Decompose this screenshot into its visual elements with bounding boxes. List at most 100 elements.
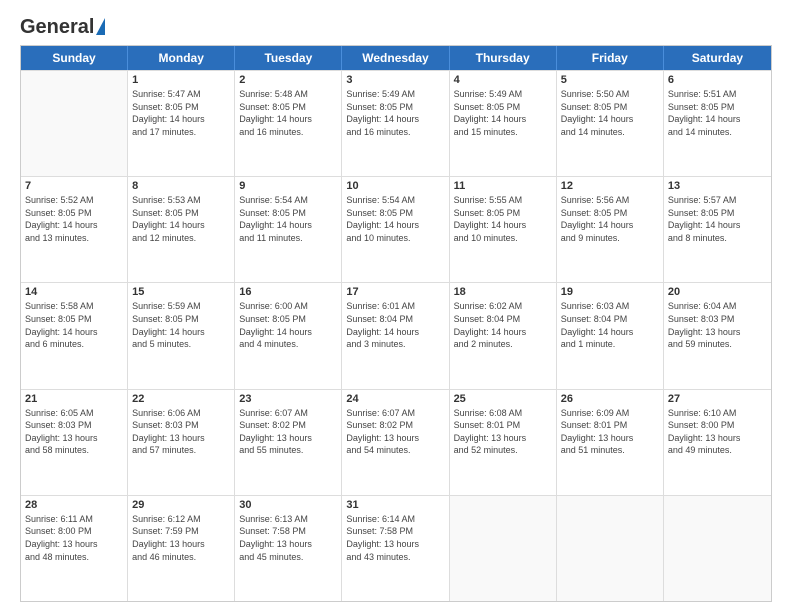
calendar-cell: 21Sunrise: 6:05 AM Sunset: 8:03 PM Dayli…: [21, 390, 128, 495]
cell-info: Sunrise: 6:07 AM Sunset: 8:02 PM Dayligh…: [346, 407, 444, 457]
day-number: 5: [561, 74, 659, 86]
cell-info: Sunrise: 5:49 AM Sunset: 8:05 PM Dayligh…: [454, 88, 552, 138]
calendar-cell: 3 Sunrise: 5:49 AM Sunset: 8:05 PM Daylig…: [342, 71, 449, 176]
cell-info: Sunrise: 6:05 AM Sunset: 8:03 PM Dayligh…: [25, 407, 123, 457]
cell-info: Sunrise: 5:59 AM Sunset: 8:05 PM Dayligh…: [132, 300, 230, 350]
calendar-cell: 26 Sunrise: 6:09 AM Sunset: 8:01 PM Dayli…: [557, 390, 664, 495]
day-number: 16: [239, 286, 337, 298]
cell-info: Sunrise: 6:06 AM Sunset: 8:03 PM Dayligh…: [132, 407, 230, 457]
cell-info: Sunrise: 5:47 AM Sunset: 8:05 PM Dayligh…: [132, 88, 230, 138]
calendar-row: 14Sunrise: 5:58 AM Sunset: 8:05 PM Dayli…: [21, 282, 771, 388]
day-number: 29: [132, 499, 230, 511]
cell-info: Sunrise: 6:00 AM Sunset: 8:05 PM Dayligh…: [239, 300, 337, 350]
logo: General: [20, 16, 105, 35]
calendar-cell: 24 Sunrise: 6:07 AM Sunset: 8:02 PM Dayli…: [342, 390, 449, 495]
page: General SundayMondayTuesdayWednesdayThur…: [0, 0, 792, 612]
day-number: 8: [132, 180, 230, 192]
cell-info: Sunrise: 6:14 AM Sunset: 7:58 PM Dayligh…: [346, 513, 444, 563]
calendar-cell: 16 Sunrise: 6:00 AM Sunset: 8:05 PM Dayli…: [235, 283, 342, 388]
day-number: 9: [239, 180, 337, 192]
cell-info: Sunrise: 5:53 AM Sunset: 8:05 PM Dayligh…: [132, 194, 230, 244]
cell-info: Sunrise: 6:02 AM Sunset: 8:04 PM Dayligh…: [454, 300, 552, 350]
cell-info: Sunrise: 5:52 AM Sunset: 8:05 PM Dayligh…: [25, 194, 123, 244]
cell-info: Sunrise: 5:54 AM Sunset: 8:05 PM Dayligh…: [239, 194, 337, 244]
logo-general-text: General: [20, 16, 94, 39]
calendar-row: 1 Sunrise: 5:47 AM Sunset: 8:05 PM Daylig…: [21, 70, 771, 176]
cell-info: Sunrise: 5:55 AM Sunset: 8:05 PM Dayligh…: [454, 194, 552, 244]
calendar-cell: 20Sunrise: 6:04 AM Sunset: 8:03 PM Dayli…: [664, 283, 771, 388]
calendar-cell: 31 Sunrise: 6:14 AM Sunset: 7:58 PM Dayli…: [342, 496, 449, 601]
cell-info: Sunrise: 6:01 AM Sunset: 8:04 PM Dayligh…: [346, 300, 444, 350]
calendar-cell: 14Sunrise: 5:58 AM Sunset: 8:05 PM Dayli…: [21, 283, 128, 388]
calendar-cell: 19 Sunrise: 6:03 AM Sunset: 8:04 PM Dayli…: [557, 283, 664, 388]
calendar-cell: 13 Sunrise: 5:57 AM Sunset: 8:05 PM Dayli…: [664, 177, 771, 282]
cell-info: Sunrise: 6:12 AM Sunset: 7:59 PM Dayligh…: [132, 513, 230, 563]
day-number: 25: [454, 393, 552, 405]
calendar-cell: 4 Sunrise: 5:49 AM Sunset: 8:05 PM Daylig…: [450, 71, 557, 176]
calendar-cell: 17 Sunrise: 6:01 AM Sunset: 8:04 PM Dayli…: [342, 283, 449, 388]
logo-triangle-icon: [96, 18, 105, 35]
day-number: 26: [561, 393, 659, 405]
calendar-cell: 27 Sunrise: 6:10 AM Sunset: 8:00 PM Dayli…: [664, 390, 771, 495]
weekday-header: Monday: [128, 46, 235, 70]
header: General: [20, 16, 772, 35]
day-number: 30: [239, 499, 337, 511]
cell-info: Sunrise: 5:54 AM Sunset: 8:05 PM Dayligh…: [346, 194, 444, 244]
day-number: 27: [668, 393, 767, 405]
calendar-cell: 5 Sunrise: 5:50 AM Sunset: 8:05 PM Daylig…: [557, 71, 664, 176]
day-number: 19: [561, 286, 659, 298]
calendar-cell: 2 Sunrise: 5:48 AM Sunset: 8:05 PM Daylig…: [235, 71, 342, 176]
calendar-row: 28 Sunrise: 6:11 AM Sunset: 8:00 PM Dayli…: [21, 495, 771, 601]
calendar-cell: [664, 496, 771, 601]
cell-info: Sunrise: 5:50 AM Sunset: 8:05 PM Dayligh…: [561, 88, 659, 138]
weekday-header: Thursday: [450, 46, 557, 70]
day-number: 2: [239, 74, 337, 86]
day-number: 4: [454, 74, 552, 86]
calendar-cell: 7 Sunrise: 5:52 AM Sunset: 8:05 PM Daylig…: [21, 177, 128, 282]
cell-info: Sunrise: 5:56 AM Sunset: 8:05 PM Dayligh…: [561, 194, 659, 244]
calendar-row: 21Sunrise: 6:05 AM Sunset: 8:03 PM Dayli…: [21, 389, 771, 495]
day-number: 31: [346, 499, 444, 511]
day-number: 6: [668, 74, 767, 86]
weekday-header: Tuesday: [235, 46, 342, 70]
day-number: 10: [346, 180, 444, 192]
cell-info: Sunrise: 6:11 AM Sunset: 8:00 PM Dayligh…: [25, 513, 123, 563]
cell-info: Sunrise: 6:03 AM Sunset: 8:04 PM Dayligh…: [561, 300, 659, 350]
day-number: 23: [239, 393, 337, 405]
day-number: 24: [346, 393, 444, 405]
calendar-cell: 29 Sunrise: 6:12 AM Sunset: 7:59 PM Dayli…: [128, 496, 235, 601]
day-number: 18: [454, 286, 552, 298]
day-number: 1: [132, 74, 230, 86]
day-number: 3: [346, 74, 444, 86]
day-number: 7: [25, 180, 123, 192]
calendar-cell: [557, 496, 664, 601]
calendar-cell: 15 Sunrise: 5:59 AM Sunset: 8:05 PM Dayli…: [128, 283, 235, 388]
calendar-cell: 11Sunrise: 5:55 AM Sunset: 8:05 PM Dayli…: [450, 177, 557, 282]
day-number: 13: [668, 180, 767, 192]
cell-info: Sunrise: 5:51 AM Sunset: 8:05 PM Dayligh…: [668, 88, 767, 138]
calendar: SundayMondayTuesdayWednesdayThursdayFrid…: [20, 45, 772, 602]
day-number: 17: [346, 286, 444, 298]
cell-info: Sunrise: 6:09 AM Sunset: 8:01 PM Dayligh…: [561, 407, 659, 457]
day-number: 15: [132, 286, 230, 298]
cell-info: Sunrise: 6:08 AM Sunset: 8:01 PM Dayligh…: [454, 407, 552, 457]
calendar-cell: 25 Sunrise: 6:08 AM Sunset: 8:01 PM Dayli…: [450, 390, 557, 495]
day-number: 28: [25, 499, 123, 511]
day-number: 22: [132, 393, 230, 405]
cell-info: Sunrise: 5:48 AM Sunset: 8:05 PM Dayligh…: [239, 88, 337, 138]
cell-info: Sunrise: 5:58 AM Sunset: 8:05 PM Dayligh…: [25, 300, 123, 350]
calendar-row: 7 Sunrise: 5:52 AM Sunset: 8:05 PM Daylig…: [21, 176, 771, 282]
cell-info: Sunrise: 6:10 AM Sunset: 8:00 PM Dayligh…: [668, 407, 767, 457]
cell-info: Sunrise: 5:57 AM Sunset: 8:05 PM Dayligh…: [668, 194, 767, 244]
calendar-cell: 9 Sunrise: 5:54 AM Sunset: 8:05 PM Daylig…: [235, 177, 342, 282]
calendar-body: 1 Sunrise: 5:47 AM Sunset: 8:05 PM Daylig…: [21, 70, 771, 601]
calendar-cell: 12 Sunrise: 5:56 AM Sunset: 8:05 PM Dayli…: [557, 177, 664, 282]
cell-info: Sunrise: 6:13 AM Sunset: 7:58 PM Dayligh…: [239, 513, 337, 563]
calendar-cell: 28 Sunrise: 6:11 AM Sunset: 8:00 PM Dayli…: [21, 496, 128, 601]
cell-info: Sunrise: 6:07 AM Sunset: 8:02 PM Dayligh…: [239, 407, 337, 457]
day-number: 12: [561, 180, 659, 192]
cell-info: Sunrise: 5:49 AM Sunset: 8:05 PM Dayligh…: [346, 88, 444, 138]
calendar-cell: 1 Sunrise: 5:47 AM Sunset: 8:05 PM Daylig…: [128, 71, 235, 176]
calendar-header: SundayMondayTuesdayWednesdayThursdayFrid…: [21, 46, 771, 70]
calendar-cell: 10 Sunrise: 5:54 AM Sunset: 8:05 PM Dayli…: [342, 177, 449, 282]
